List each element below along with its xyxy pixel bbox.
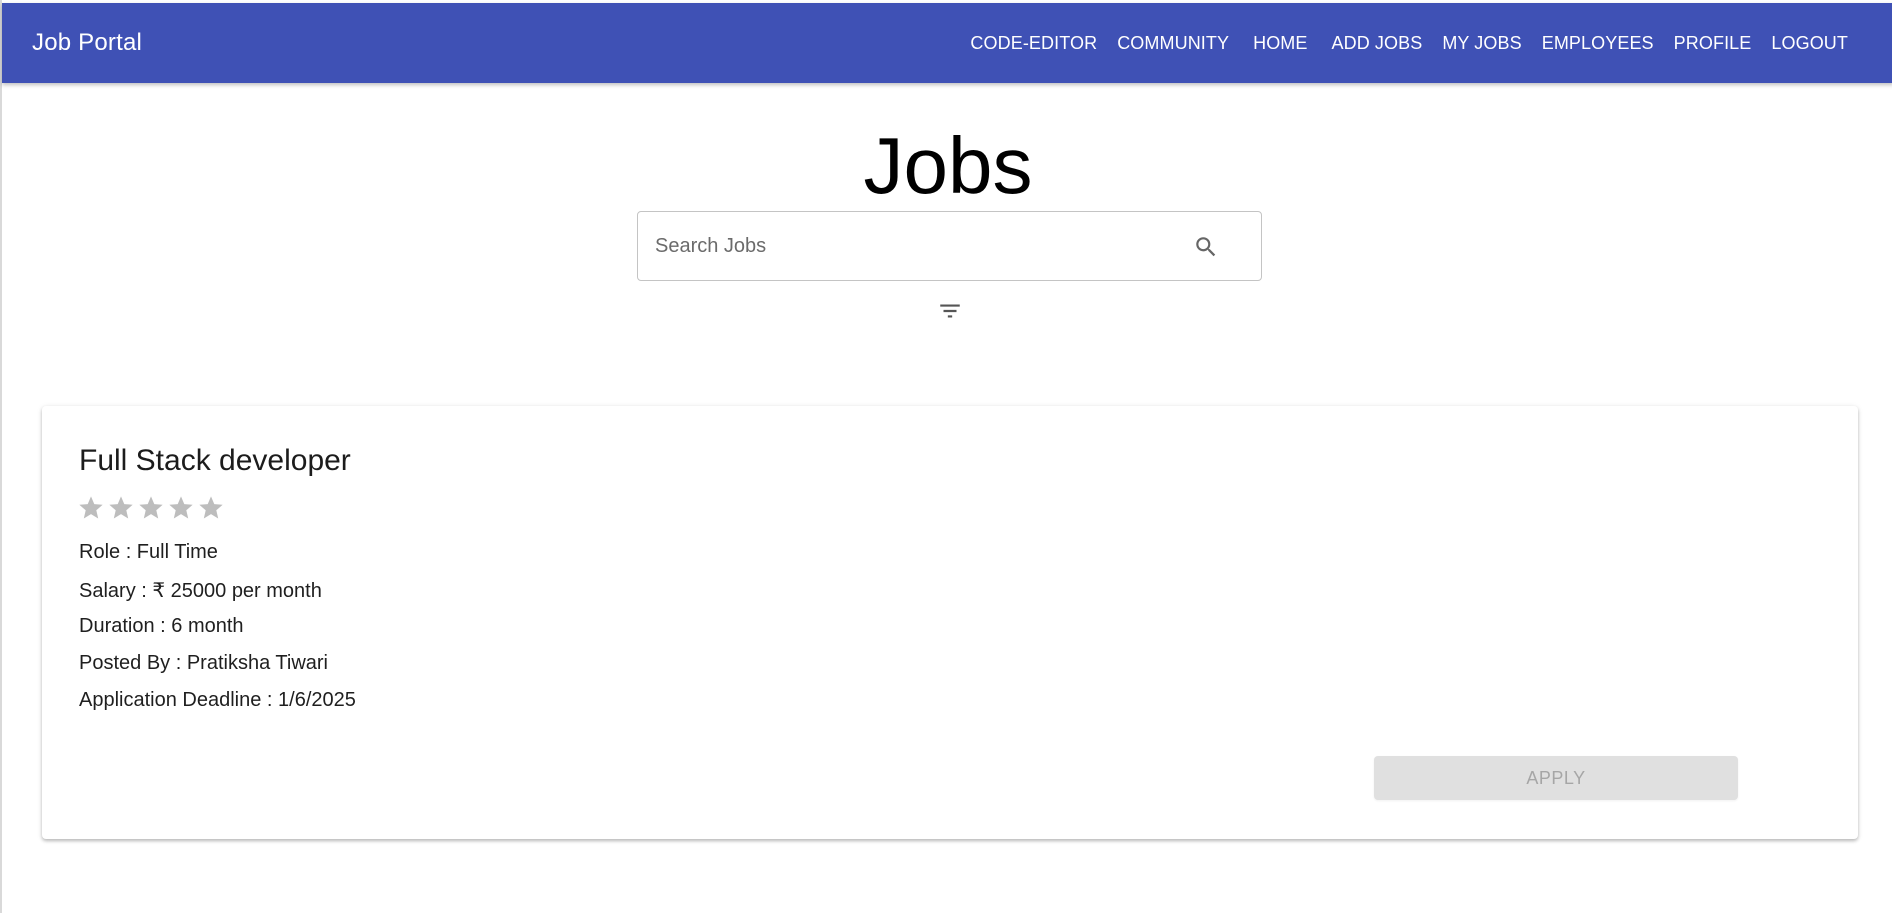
job-duration: Duration : 6 month <box>79 615 244 637</box>
search-icon[interactable] <box>1191 232 1221 262</box>
star-icon[interactable] <box>77 494 105 522</box>
nav-employees[interactable]: EMPLOYEES <box>1532 25 1664 62</box>
top-nav: CODE-EDITOR COMMUNITY HOME ADD JOBS MY J… <box>960 3 1858 83</box>
apply-button[interactable]: APPLY <box>1374 756 1738 800</box>
page-title: Jobs <box>863 121 1033 210</box>
job-deadline: Application Deadline : 1/6/2025 <box>79 689 356 711</box>
nav-code-editor[interactable]: CODE-EDITOR <box>960 25 1107 62</box>
page: Job Portal CODE-EDITOR COMMUNITY HOME AD… <box>0 0 1892 913</box>
filter-icon[interactable] <box>932 296 968 326</box>
nav-add-jobs[interactable]: ADD JOBS <box>1322 25 1433 62</box>
nav-profile[interactable]: PROFILE <box>1664 25 1762 62</box>
job-salary: Salary : ₹ 25000 per month <box>79 580 322 602</box>
star-icon[interactable] <box>137 494 165 522</box>
star-icon[interactable] <box>197 494 225 522</box>
job-title: Full Stack developer <box>79 444 351 477</box>
nav-logout[interactable]: LOGOUT <box>1761 25 1858 62</box>
star-rating[interactable] <box>77 494 225 522</box>
star-icon[interactable] <box>167 494 195 522</box>
star-icon[interactable] <box>107 494 135 522</box>
job-card: Full Stack developer Role : Full Time Sa… <box>42 406 1858 839</box>
nav-my-jobs[interactable]: MY JOBS <box>1432 25 1531 62</box>
job-role: Role : Full Time <box>79 541 218 563</box>
brand-title[interactable]: Job Portal <box>32 3 142 83</box>
search-box <box>637 211 1262 281</box>
nav-community[interactable]: COMMUNITY <box>1107 25 1239 62</box>
job-posted-by: Posted By : Pratiksha Tiwari <box>79 652 328 674</box>
app-bar: Job Portal CODE-EDITOR COMMUNITY HOME AD… <box>2 3 1892 83</box>
search-input[interactable] <box>638 212 1178 280</box>
nav-home[interactable]: HOME <box>1243 25 1317 62</box>
